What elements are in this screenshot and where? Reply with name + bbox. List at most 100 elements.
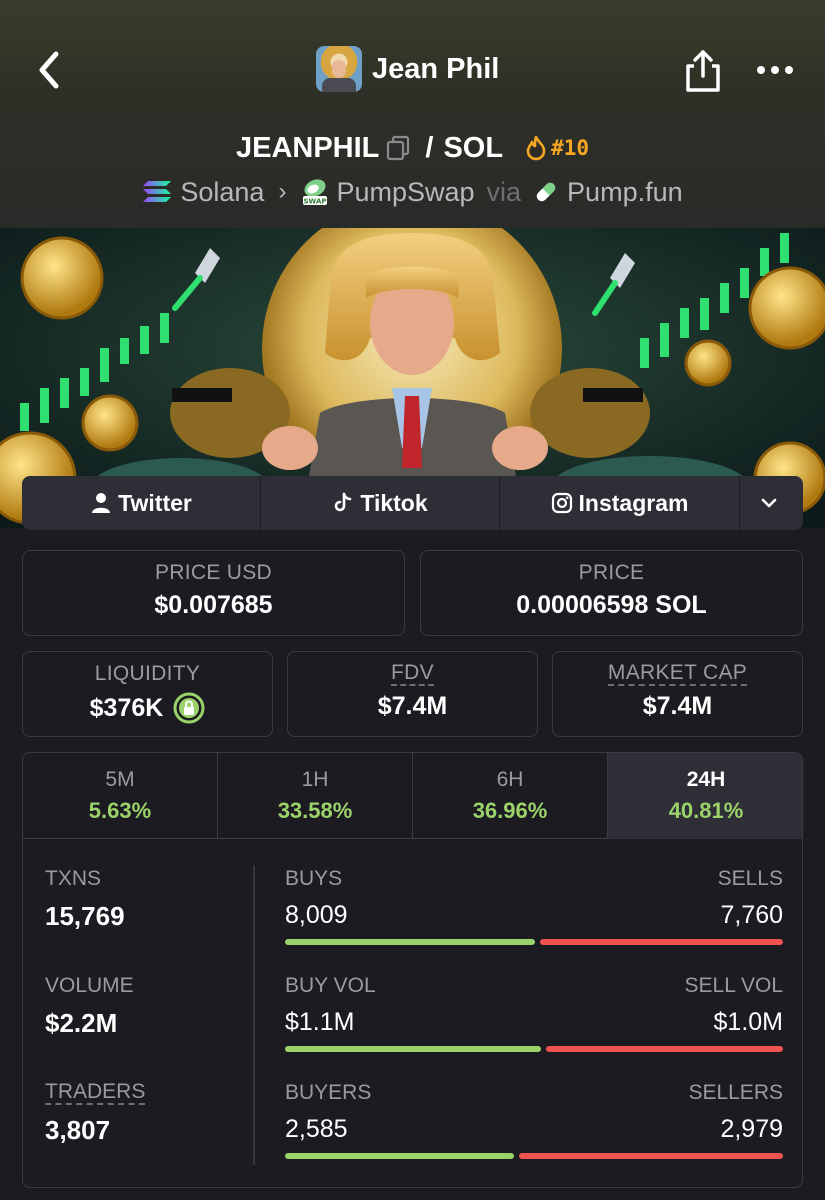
svg-text:SWAP: SWAP xyxy=(304,198,327,206)
pair-separator: / xyxy=(425,131,434,164)
lock-icon[interactable] xyxy=(173,692,205,724)
traders-split: BUYERS SELLERS 2,585 2,979 xyxy=(285,1081,783,1159)
timeframe-tabs: 5M 5.63% 1H 33.58% 6H 36.96% 24H 40.81% xyxy=(23,753,802,839)
price-sol-value: 0.00006598 SOL xyxy=(516,591,707,619)
sells-label: SELLS xyxy=(717,867,783,890)
traders-label[interactable]: TRADERS xyxy=(45,1081,146,1105)
token-title: Jean Phil xyxy=(316,46,499,92)
tab-change: 33.58% xyxy=(277,798,353,823)
tab-change: 40.81% xyxy=(668,798,744,823)
liquidity-value: $376K xyxy=(89,693,164,722)
buyers-bar xyxy=(285,1153,514,1159)
flame-icon xyxy=(526,135,546,161)
traders-value: 3,807 xyxy=(45,1115,111,1145)
price-usd-value: $0.007685 xyxy=(154,591,273,619)
txns-stat: TXNS 15,769 xyxy=(45,867,125,932)
swap-icon: SWAP xyxy=(303,179,328,206)
tab-1h[interactable]: 1H 33.58% xyxy=(218,753,413,839)
more-icon xyxy=(757,66,793,74)
buys-sells-bar xyxy=(285,939,783,945)
liquidity-row: $376K xyxy=(90,692,206,724)
pair-row: JEANPHIL / SOL #10 xyxy=(0,128,825,168)
instagram-button[interactable]: Instagram xyxy=(500,476,740,530)
pair-base: JEANPHIL xyxy=(235,131,380,164)
tiktok-label: Tiktok xyxy=(360,489,428,516)
dex-name[interactable]: PumpSwap xyxy=(336,177,474,208)
traders-bar xyxy=(285,1153,783,1159)
instagram-label: Instagram xyxy=(578,489,689,516)
more-button[interactable] xyxy=(752,50,798,90)
buyers-label: BUYERS xyxy=(285,1081,372,1104)
market-cap-label[interactable]: MARKET CAP xyxy=(607,662,748,686)
top-header: Jean Phil JEANPHIL / SOL #10 Solana › SW… xyxy=(0,0,825,228)
copy-icon[interactable] xyxy=(385,135,411,161)
tab-6h[interactable]: 6H 36.96% xyxy=(413,753,608,839)
pill-icon xyxy=(536,182,556,202)
sells-bar xyxy=(540,939,783,945)
chain-name[interactable]: Solana xyxy=(180,177,264,208)
price-sol-label: PRICE xyxy=(578,561,645,584)
tab-change: 36.96% xyxy=(472,798,548,823)
buy-vol-value: $1.1M xyxy=(285,1008,355,1036)
chevron-down-icon xyxy=(761,498,776,508)
price-sol-card: PRICE 0.00006598 SOL xyxy=(420,550,803,636)
tab-24h[interactable]: 24H 40.81% xyxy=(608,753,802,839)
tab-label: 6H xyxy=(496,768,524,791)
solana-icon xyxy=(143,181,172,202)
tab-label: 1H xyxy=(301,768,329,791)
traders-stat: TRADERS 3,807 xyxy=(45,1081,146,1146)
tab-label: 5M xyxy=(105,768,135,791)
buys-sells-split: BUYS SELLS 8,009 7,760 xyxy=(285,867,783,945)
share-button[interactable] xyxy=(682,48,724,94)
twitter-label: Twitter xyxy=(118,489,192,516)
stats-area: TXNS 15,769 VOLUME $2.2M TRADERS 3,807 B… xyxy=(23,839,802,1187)
buy-vol-label: BUY VOL xyxy=(285,974,376,997)
page-title: Jean Phil xyxy=(372,52,500,85)
twitter-button[interactable]: Twitter xyxy=(22,476,261,530)
fdv-card: FDV $7.4M xyxy=(287,651,538,737)
user-icon xyxy=(92,493,111,513)
market-cap-card: MARKET CAP $7.4M xyxy=(552,651,803,737)
back-button[interactable] xyxy=(30,46,70,94)
sell-vol-value: $1.0M xyxy=(713,1008,783,1036)
price-usd-label: PRICE USD xyxy=(154,561,273,584)
avatar xyxy=(316,46,362,92)
trade-stats-panel: 5M 5.63% 1H 33.58% 6H 36.96% 24H 40.81% … xyxy=(22,752,803,1188)
buys-value: 8,009 xyxy=(285,901,348,929)
volume-value: $2.2M xyxy=(45,1008,118,1038)
route-row: Solana › SWAP PumpSwap via Pump.fun xyxy=(0,172,825,212)
liquidity-card: LIQUIDITY $376K xyxy=(22,651,273,737)
tab-5m[interactable]: 5M 5.63% xyxy=(23,753,218,839)
nav-bar: Jean Phil xyxy=(0,28,825,112)
market-cap-value: $7.4M xyxy=(642,692,713,720)
sells-value: 7,760 xyxy=(720,901,783,929)
share-icon xyxy=(686,50,720,92)
back-icon xyxy=(39,51,59,89)
sellers-bar xyxy=(519,1153,783,1159)
launchpad-name[interactable]: Pump.fun xyxy=(567,177,683,208)
sell-vol-bar xyxy=(546,1046,783,1052)
buyers-value: 2,585 xyxy=(285,1115,348,1143)
buys-bar xyxy=(285,939,535,945)
tiktok-icon xyxy=(335,492,352,512)
rank-badge[interactable]: #10 xyxy=(551,136,589,160)
fdv-value: $7.4M xyxy=(377,692,448,720)
volume-stat: VOLUME $2.2M xyxy=(45,974,134,1039)
instagram-icon xyxy=(551,492,572,514)
buys-label: BUYS xyxy=(285,867,343,890)
sellers-value: 2,979 xyxy=(720,1115,783,1143)
chevron-right-icon: › xyxy=(278,178,287,205)
buy-vol-bar xyxy=(285,1046,541,1052)
volume-bar xyxy=(285,1046,783,1052)
price-usd-card: PRICE USD $0.007685 xyxy=(22,550,405,636)
sell-vol-label: SELL VOL xyxy=(684,974,783,997)
volume-split: BUY VOL SELL VOL $1.1M $1.0M xyxy=(285,974,783,1052)
via-label: via xyxy=(486,176,522,207)
tiktok-button[interactable]: Tiktok xyxy=(261,476,500,530)
tab-change: 5.63% xyxy=(88,798,152,823)
liquidity-label: LIQUIDITY xyxy=(94,662,201,685)
txns-value: 15,769 xyxy=(45,901,125,931)
social-links: Twitter Tiktok Instagram xyxy=(22,476,803,530)
more-socials-button[interactable] xyxy=(740,476,803,530)
fdv-label[interactable]: FDV xyxy=(391,662,434,686)
